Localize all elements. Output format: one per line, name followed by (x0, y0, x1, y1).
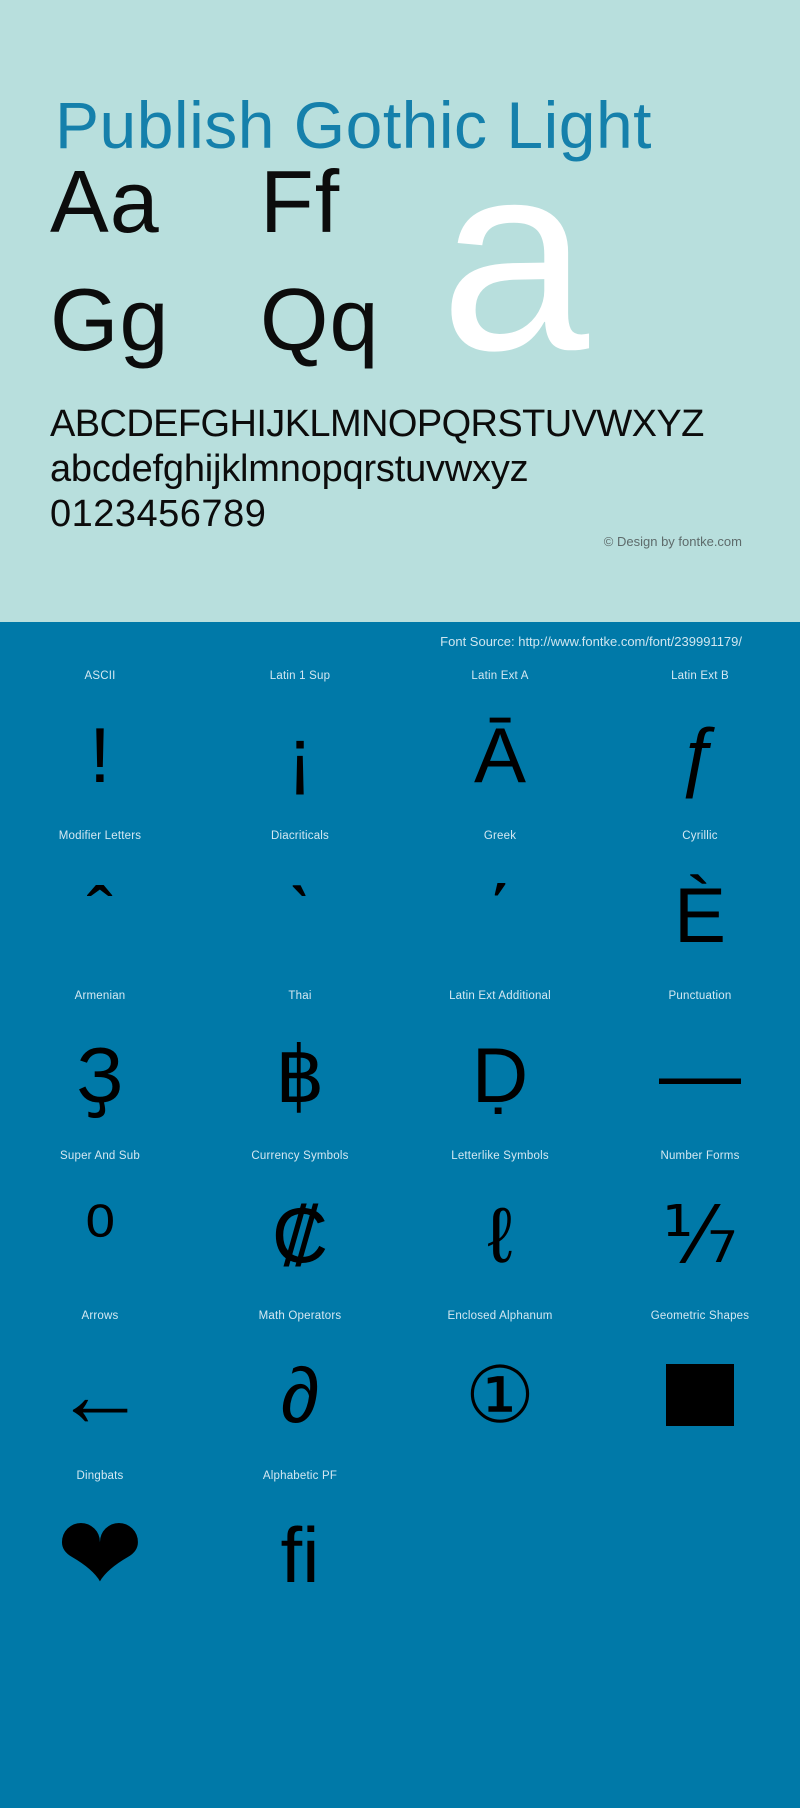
unicode-block-label: Currency Symbols (251, 1150, 349, 1162)
featured-character: a (440, 106, 590, 406)
unicode-block-cell: Cyrillic È (600, 827, 800, 987)
unicode-block-label: ASCII (84, 670, 116, 682)
unicode-block-cell: Latin Ext B ƒ (600, 667, 800, 827)
unicode-block-label: Cyrillic (682, 830, 718, 842)
unicode-block-cell: Enclosed Alphanum ① (400, 1307, 600, 1467)
unicode-block-cell: Math Operators ∂ (200, 1307, 400, 1467)
unicode-block-grid: ASCII! Latin 1 Sup ¡ Latin Ext A Ā Latin Ext … (0, 667, 800, 1627)
unicode-block-label: Alphabetic PF (262, 1470, 338, 1482)
unicode-block-glyph: ∂ (280, 1351, 320, 1439)
unicode-block-glyph: Ḍ (471, 1031, 529, 1119)
unicode-block-cell: Dingbats ❤ (0, 1467, 200, 1627)
unicode-block-cell: Number Forms ⅐ (600, 1147, 800, 1307)
unicode-block-label: Letterlike Symbols (451, 1150, 549, 1162)
unicode-block-glyph: Ҙ (76, 1031, 124, 1119)
unicode-block-label: Latin 1 Sup (269, 670, 331, 682)
unicode-block-label: Dingbats (76, 1470, 124, 1482)
unicode-block-label: Latin Ext A (471, 670, 529, 682)
unicode-block-glyph: Ā (473, 711, 527, 799)
letter-pair-aa: Aa (50, 152, 160, 251)
unicode-block-cell: Currency Symbols ₡ (200, 1147, 400, 1307)
font-specimen-page: Publish Gothic Light Aa Ff Gg Qq a ABCDE… (0, 0, 800, 1808)
letter-pair-qq: Qq (260, 270, 380, 369)
unicode-block-label: Punctuation (668, 990, 732, 1002)
unicode-block-glyph: ˋ (287, 871, 313, 959)
unicode-block-cell: Punctuation — (600, 987, 800, 1147)
unicode-block-cell: Geometric Shapes (600, 1307, 800, 1467)
unicode-block-glyph: ΄ (487, 871, 513, 959)
alphabet-digits: 0123456789 (50, 493, 267, 535)
unicode-block-glyph: ← (54, 1344, 146, 1446)
unicode-block-glyph: ① (465, 1351, 535, 1439)
unicode-block-glyph: ₡ (271, 1191, 329, 1279)
alphabet-block: ABCDEFGHIJKLMNOPQRSTUVWXYZ abcdefghijklm… (50, 402, 770, 537)
unicode-blocks-panel: Font Source: http://www.fontke.com/font/… (0, 622, 800, 1808)
unicode-block-cell: Alphabetic PF ﬁ (200, 1467, 400, 1627)
unicode-block-cell: Greek ΄ (400, 827, 600, 987)
unicode-block-label: Modifier Letters (58, 830, 142, 842)
unicode-block-label: Latin Ext B (671, 670, 729, 682)
filled-square-icon (666, 1364, 734, 1426)
unicode-block-glyph: ℓ (487, 1191, 513, 1279)
unicode-block-cell: Latin Ext A Ā (400, 667, 600, 827)
unicode-block-glyph: ❤ (56, 1497, 144, 1613)
unicode-block-glyph: ˆ (87, 871, 113, 959)
unicode-block-label: Super And Sub (60, 1150, 140, 1162)
unicode-block-glyph: ƒ (678, 711, 722, 799)
unicode-block-glyph (600, 1323, 800, 1467)
unicode-block-label: Armenian (74, 990, 126, 1002)
unicode-block-label: Math Operators (258, 1310, 342, 1322)
font-source-link[interactable]: Font Source: http://www.fontke.com/font/… (0, 622, 800, 651)
unicode-block-label: Enclosed Alphanum (447, 1310, 553, 1322)
letter-pair-ff: Ff (260, 152, 341, 251)
alphabet-uppercase: ABCDEFGHIJKLMNOPQRSTUVWXYZ (50, 403, 704, 445)
unicode-block-label: Arrows (81, 1310, 119, 1322)
unicode-block-cell: Super And Sub ⁰ (0, 1147, 200, 1307)
alphabet-lowercase: abcdefghijklmnopqrstuvwxyz (50, 448, 529, 490)
unicode-block-cell: Letterlike Symbols ℓ (400, 1147, 600, 1307)
unicode-block-label: Latin Ext Additional (449, 990, 551, 1002)
unicode-block-cell: Diacriticals ˋ (200, 827, 400, 987)
unicode-block-label: Number Forms (660, 1150, 740, 1162)
unicode-block-glyph: ﬁ (280, 1511, 320, 1599)
specimen-preview-panel: Publish Gothic Light Aa Ff Gg Qq a ABCDE… (0, 0, 800, 622)
unicode-block-cell: ASCII! (0, 667, 200, 827)
unicode-block-glyph: ! (89, 711, 111, 799)
letter-pair-grid: Aa Ff Gg Qq (50, 152, 750, 392)
unicode-block-label: Greek (483, 830, 517, 842)
unicode-block-glyph: ¡ (287, 711, 313, 799)
unicode-block-glyph: — (659, 1029, 741, 1120)
unicode-block-glyph: È (673, 871, 727, 959)
unicode-block-glyph: ⅐ (662, 1191, 738, 1279)
unicode-block-cell: Thai ฿ (200, 987, 400, 1147)
unicode-block-label: Diacriticals (271, 830, 329, 842)
unicode-block-cell: Latin 1 Sup ¡ (200, 667, 400, 827)
unicode-block-label: Geometric Shapes (650, 1310, 750, 1322)
unicode-block-label: Thai (288, 990, 312, 1002)
copyright-notice: © Design by fontke.com (603, 534, 742, 549)
unicode-block-cell: Arrows ← (0, 1307, 200, 1467)
unicode-block-glyph: ⁰ (84, 1191, 116, 1279)
unicode-block-cell: Latin Ext Additional Ḍ (400, 987, 600, 1147)
letter-pair-gg: Gg (50, 270, 170, 369)
unicode-block-cell: Armenian Ҙ (0, 987, 200, 1147)
unicode-block-glyph: ฿ (275, 1031, 325, 1119)
unicode-block-cell: Modifier Letters ˆ (0, 827, 200, 987)
